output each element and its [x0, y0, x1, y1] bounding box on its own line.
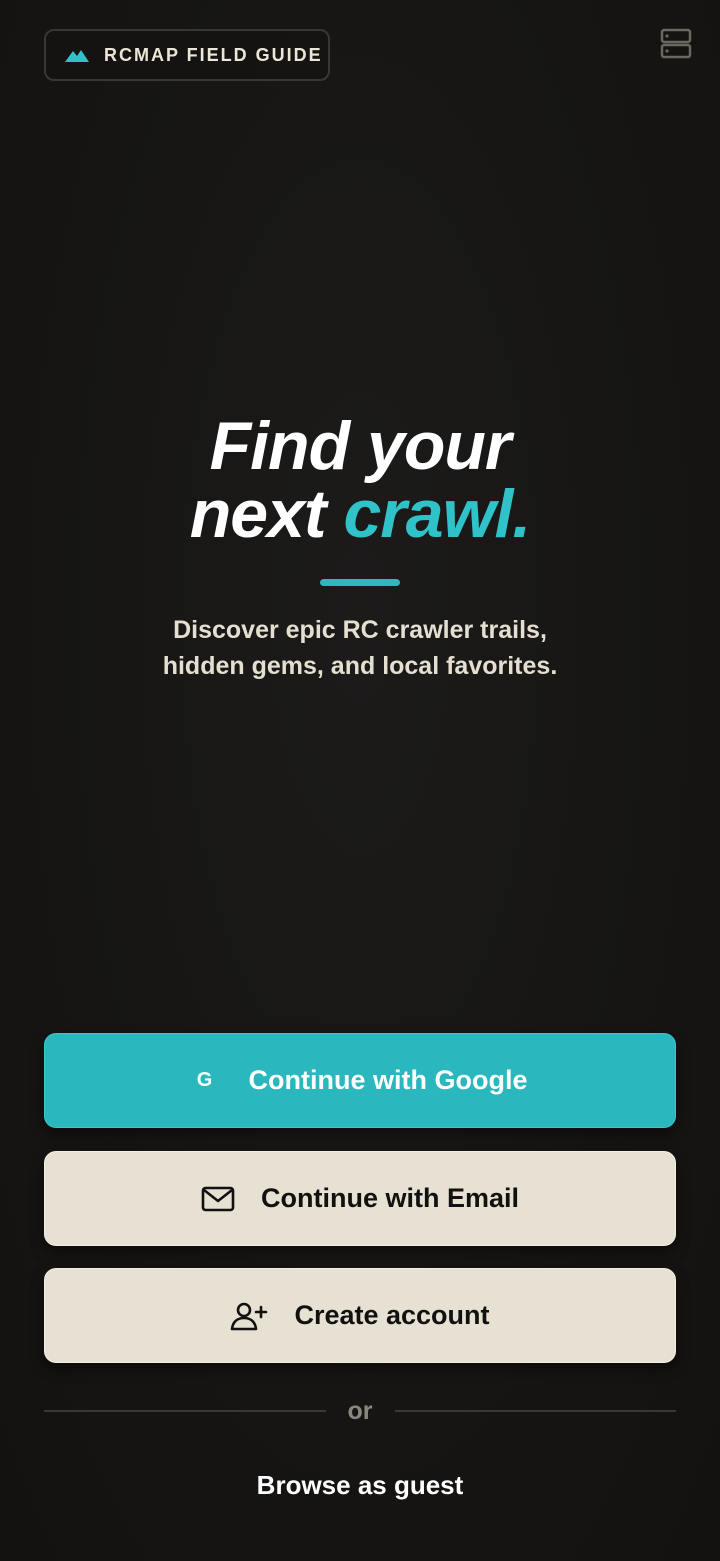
- headline: Find your next crawl.: [0, 412, 720, 548]
- divider-line-left: [44, 1410, 326, 1412]
- brand-label: RCMAP FIELD GUIDE: [104, 44, 323, 65]
- accent-divider: [320, 579, 400, 586]
- headline-line-1: Find your: [209, 408, 512, 484]
- brand-badge: RCMAP FIELD GUIDE: [44, 29, 330, 81]
- or-divider: or: [44, 1396, 676, 1426]
- welcome-screen: RCMAP FIELD GUIDE Find your next crawl. …: [0, 0, 720, 1561]
- headline-line-2-prefix: next: [189, 476, 344, 552]
- google-icon: G: [196, 1069, 213, 1091]
- continue-with-email-button[interactable]: Continue with Email: [44, 1151, 676, 1246]
- create-button-label: Create account: [294, 1300, 490, 1330]
- mountain-icon: [65, 50, 89, 62]
- browse-as-guest-link[interactable]: Browse as guest: [0, 1470, 720, 1501]
- hero: Find your next crawl. Discover epic RC c…: [0, 412, 720, 684]
- create-account-button[interactable]: Create account: [44, 1268, 676, 1363]
- subtitle-line-1: Discover epic RC crawler trails,: [173, 616, 547, 644]
- divider-label: or: [347, 1396, 373, 1425]
- continue-with-google-button[interactable]: G Continue with Google: [44, 1033, 676, 1128]
- divider-line-right: [394, 1410, 676, 1412]
- mail-icon: [201, 1186, 235, 1211]
- headline-accent: crawl.: [343, 476, 531, 552]
- google-button-label: Continue with Google: [248, 1065, 528, 1095]
- subtitle-line-2: hidden gems, and local favorites.: [162, 652, 558, 680]
- server-stack-icon[interactable]: [660, 28, 692, 60]
- email-button-label: Continue with Email: [260, 1183, 519, 1213]
- subtitle: Discover epic RC crawler trails, hidden …: [100, 612, 620, 684]
- user-plus-icon: [231, 1302, 268, 1330]
